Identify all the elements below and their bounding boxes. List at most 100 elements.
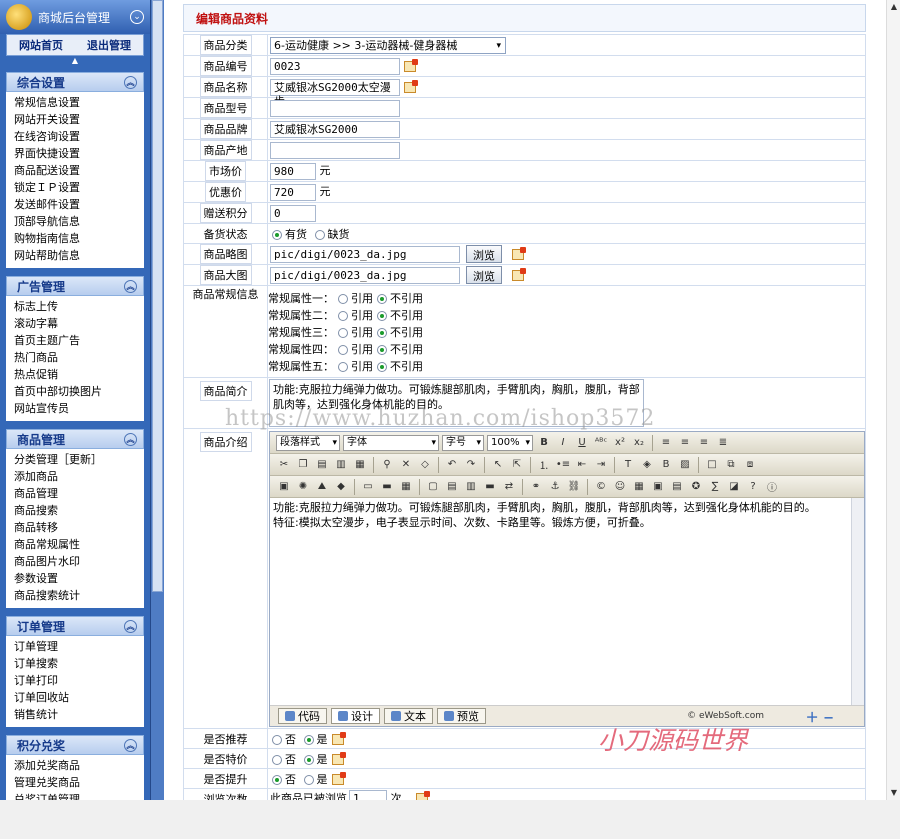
italic-icon[interactable]: I xyxy=(555,435,571,451)
origin-input[interactable] xyxy=(270,141,400,159)
sidebar-item[interactable]: 常规信息设置 xyxy=(6,94,144,111)
superscript-icon[interactable]: x² xyxy=(612,435,628,451)
resize-icons[interactable]: ＋ − xyxy=(806,707,834,726)
collapse-icon[interactable]: ︽ xyxy=(124,432,137,446)
special-char-icon[interactable]: © xyxy=(593,479,609,495)
sidebar-item[interactable]: 订单回收站 xyxy=(6,689,144,706)
editor-scrollbar[interactable] xyxy=(851,498,864,705)
undo-icon[interactable]: ↶ xyxy=(444,457,460,473)
recommend-yes-radio[interactable] xyxy=(303,734,314,745)
collapse-icon[interactable]: ︽ xyxy=(124,619,137,633)
copy-icon[interactable]: ❐ xyxy=(295,457,311,473)
date-icon[interactable]: ▦ xyxy=(631,479,647,495)
sidebar-item[interactable]: 网站开关设置 xyxy=(6,111,144,128)
sidebar-item[interactable]: 商品配送设置 xyxy=(6,162,144,179)
browse-button[interactable]: 浏览 xyxy=(466,245,502,263)
align-left-icon[interactable]: ≡ xyxy=(658,435,674,451)
sidebar-item[interactable]: 购物指南信息 xyxy=(6,230,144,247)
sidebar-item[interactable]: 标志上传 xyxy=(6,298,144,315)
unselect-icon[interactable]: ⇱ xyxy=(509,457,525,473)
paste-word-icon[interactable]: ▦ xyxy=(352,457,368,473)
link-icon[interactable]: ⚭ xyxy=(528,479,544,495)
media-icon[interactable]: ⛰ xyxy=(314,479,330,495)
sidebar-item[interactable]: 网站宣传员 xyxy=(6,400,144,417)
justify-icon[interactable]: ≣ xyxy=(715,435,731,451)
market-price-input[interactable]: 980 xyxy=(270,162,316,180)
stock-no-radio[interactable] xyxy=(314,229,325,240)
sidebar-item[interactable]: 商品搜索统计 xyxy=(6,587,144,604)
image-icon[interactable]: ▣ xyxy=(276,479,292,495)
sidebar-item[interactable]: 兑奖订单管理 xyxy=(6,791,144,800)
ordered-list-icon[interactable]: ⒈ xyxy=(536,457,552,473)
fullscreen-icon[interactable]: □ xyxy=(704,457,720,473)
sidebar-item[interactable]: 添加商品 xyxy=(6,468,144,485)
scrollbar-thumb[interactable] xyxy=(152,0,163,592)
about-icon[interactable]: ⓘ xyxy=(764,479,780,495)
sidebar-group-header[interactable]: 广告管理 ︽ xyxy=(6,276,144,296)
browse-button[interactable]: 浏览 xyxy=(466,266,502,284)
sidebar-group-header[interactable]: 商品管理 ︽ xyxy=(6,429,144,449)
attr-nouse-radio[interactable] xyxy=(377,328,387,338)
sidebar-item[interactable]: 订单管理 xyxy=(6,638,144,655)
align-right-icon[interactable]: ≡ xyxy=(696,435,712,451)
delete-icon[interactable]: ✕ xyxy=(398,457,414,473)
attr-use-radio[interactable] xyxy=(338,328,348,338)
table-icon[interactable]: ▭ xyxy=(360,479,376,495)
unordered-list-icon[interactable]: •≡ xyxy=(555,457,571,473)
block-bg-icon[interactable]: B xyxy=(658,457,674,473)
collapse-icon[interactable]: ⌄ xyxy=(130,10,144,24)
zoom-select[interactable]: 100% xyxy=(487,434,533,451)
edit-icon[interactable] xyxy=(331,752,346,765)
sidebar-item[interactable]: 首页主题广告 xyxy=(6,332,144,349)
sidebar-item[interactable]: 销售统计 xyxy=(6,706,144,723)
promote-no-radio[interactable] xyxy=(272,774,282,785)
model-input[interactable] xyxy=(270,99,400,117)
marquee-icon[interactable]: ⇄ xyxy=(501,479,517,495)
recommend-no-radio[interactable] xyxy=(272,734,282,745)
points-input[interactable]: 0 xyxy=(270,204,316,222)
sidebar-group-header[interactable]: 积分兑奖 ︽ xyxy=(6,735,144,755)
edit-icon[interactable] xyxy=(331,732,346,745)
layer-icon[interactable]: ⧈ xyxy=(742,457,758,473)
attr-nouse-radio[interactable] xyxy=(377,294,387,304)
textarea-icon[interactable]: ▥ xyxy=(463,479,479,495)
unlink-icon[interactable]: ⛓ xyxy=(566,479,582,495)
intro-textarea[interactable]: 功能:克服拉力绳弹力做功。可锻炼腿部肌肉，手臂肌肉，胸肌，腹肌，背部肌肉等，达到… xyxy=(269,379,644,427)
anchor-icon[interactable]: ⚓ xyxy=(547,479,563,495)
brand-input[interactable]: 艾威银冰SG2000 xyxy=(270,120,400,138)
attr-nouse-radio[interactable] xyxy=(377,311,387,321)
special-no-radio[interactable] xyxy=(272,754,282,765)
subscript-icon[interactable]: x₂ xyxy=(631,435,647,451)
attr-use-radio[interactable] xyxy=(338,311,348,321)
style-select[interactable]: 段落样式 xyxy=(276,434,340,451)
sidebar-item[interactable]: 界面快捷设置 xyxy=(6,145,144,162)
sale-price-input[interactable]: 720 xyxy=(270,183,316,201)
sidebar-item[interactable]: 发送邮件设置 xyxy=(6,196,144,213)
indent-icon[interactable]: ⇥ xyxy=(593,457,609,473)
redo-icon[interactable]: ↷ xyxy=(463,457,479,473)
input-icon[interactable]: ▤ xyxy=(444,479,460,495)
sidebar-item[interactable]: 商品转移 xyxy=(6,519,144,536)
home-link[interactable]: 网站首页 xyxy=(19,37,63,53)
tab-design[interactable]: 设计 xyxy=(331,708,380,724)
code-input[interactable]: 0023 xyxy=(270,57,400,75)
big-image-input[interactable]: pic/digi/0023_da.jpg xyxy=(270,266,460,284)
collapse-icon[interactable]: ︽ xyxy=(124,75,137,89)
cut-icon[interactable]: ✂ xyxy=(276,457,292,473)
file-icon[interactable]: ◆ xyxy=(333,479,349,495)
help-icon[interactable]: ? xyxy=(745,479,761,495)
scroll-up-icon[interactable]: ▲ xyxy=(0,56,150,66)
symbol-icon[interactable]: ✪ xyxy=(688,479,704,495)
special-yes-radio[interactable] xyxy=(303,754,314,765)
outdent-icon[interactable]: ⇤ xyxy=(574,457,590,473)
align-center-icon[interactable]: ≡ xyxy=(677,435,693,451)
category-select[interactable]: 6-运动健康 >> 3-运动器械-健身器械 xyxy=(270,36,506,54)
find-icon[interactable]: ⚲ xyxy=(379,457,395,473)
editor-content[interactable]: 功能:克服拉力绳弹力做功。可锻炼腿部肌肉，手臂肌肉，胸肌，腹肌，背部肌肉等，达到… xyxy=(270,498,864,706)
size-select[interactable]: 字号 xyxy=(442,434,484,451)
sidebar-item[interactable]: 参数设置 xyxy=(6,570,144,587)
bg-color-icon[interactable]: ◈ xyxy=(639,457,655,473)
window-icon[interactable]: ⧉ xyxy=(723,457,739,473)
page-scrollbar[interactable]: ▲ ▼ xyxy=(886,0,900,800)
attr-nouse-radio[interactable] xyxy=(377,345,387,355)
